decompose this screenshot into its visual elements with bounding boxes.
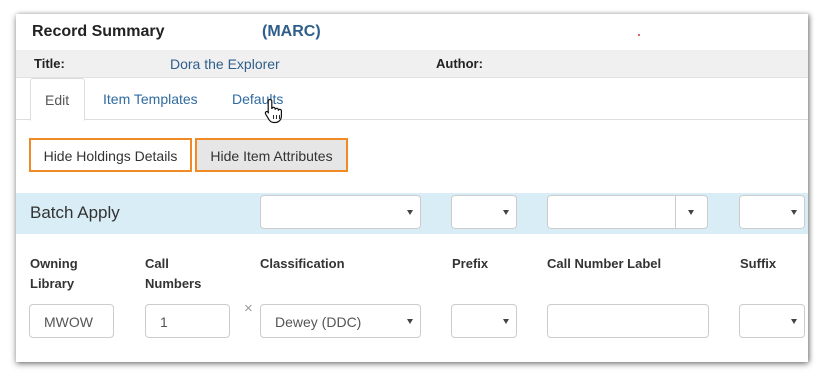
batch-apply-row: Batch Apply <box>16 193 808 234</box>
decorative-dot <box>638 34 640 36</box>
record-summary-title: Record Summary <box>32 23 165 40</box>
call-number-label-header: Call Number Label <box>547 256 662 271</box>
classification-header: Classification <box>260 256 345 271</box>
tab-edit[interactable]: Edit <box>30 78 85 121</box>
title-value-link[interactable]: Dora the Explorer <box>170 56 280 72</box>
record-info-row: Title: Dora the Explorer Author: <box>16 50 808 78</box>
chevron-down-icon <box>407 210 413 215</box>
hide-holdings-details-button[interactable]: Hide Holdings Details <box>29 138 192 172</box>
batch-call-number-label-combo[interactable] <box>547 195 708 229</box>
prefix-select[interactable] <box>451 304 517 338</box>
record-summary-header: Record Summary (MARC) <box>16 14 808 50</box>
combo-toggle-button[interactable] <box>675 196 707 228</box>
call-numbers-header: Call Numbers <box>145 254 201 294</box>
call-numbers-value: 1 <box>160 314 168 330</box>
suffix-select[interactable] <box>739 304 805 338</box>
batch-prefix-select[interactable] <box>451 195 517 229</box>
owning-library-value: MWOW <box>44 314 93 330</box>
chevron-down-icon <box>503 210 509 215</box>
chevron-down-icon <box>791 319 797 324</box>
author-label: Author: <box>436 56 483 71</box>
call-numbers-field[interactable]: 1 <box>145 304 230 338</box>
prefix-header: Prefix <box>452 256 489 271</box>
chevron-down-icon <box>791 210 797 215</box>
chevron-down-icon <box>407 319 413 324</box>
tab-bar: Edit Item Templates Defaults <box>16 78 808 121</box>
batch-apply-label: Batch Apply <box>30 203 120 222</box>
marc-link[interactable]: (MARC) <box>262 23 321 41</box>
chevron-down-icon <box>503 319 509 324</box>
hide-item-attributes-button[interactable]: Hide Item Attributes <box>195 138 348 172</box>
header-line: Library <box>30 276 75 291</box>
header-line: Call <box>145 256 169 271</box>
owning-library-header: Owning Library <box>30 254 78 294</box>
header-line: Owning <box>30 256 78 271</box>
batch-suffix-select[interactable] <box>739 195 805 229</box>
suffix-header: Suffix <box>740 256 777 271</box>
header-line: Numbers <box>145 276 202 291</box>
hand-pointer-icon <box>264 98 282 124</box>
classification-value: Dewey (DDC) <box>275 314 362 330</box>
batch-classification-select[interactable] <box>260 195 421 229</box>
call-number-label-field[interactable] <box>547 304 709 338</box>
remove-icon[interactable]: × <box>244 300 253 317</box>
tab-item-templates[interactable]: Item Templates <box>103 78 213 120</box>
record-panel: Record Summary (MARC) Title: Dora the Ex… <box>16 14 808 362</box>
classification-select[interactable]: Dewey (DDC) <box>260 304 421 338</box>
title-label: Title: <box>34 56 65 71</box>
owning-library-field[interactable]: MWOW <box>29 304 114 338</box>
chevron-down-icon <box>688 210 694 215</box>
